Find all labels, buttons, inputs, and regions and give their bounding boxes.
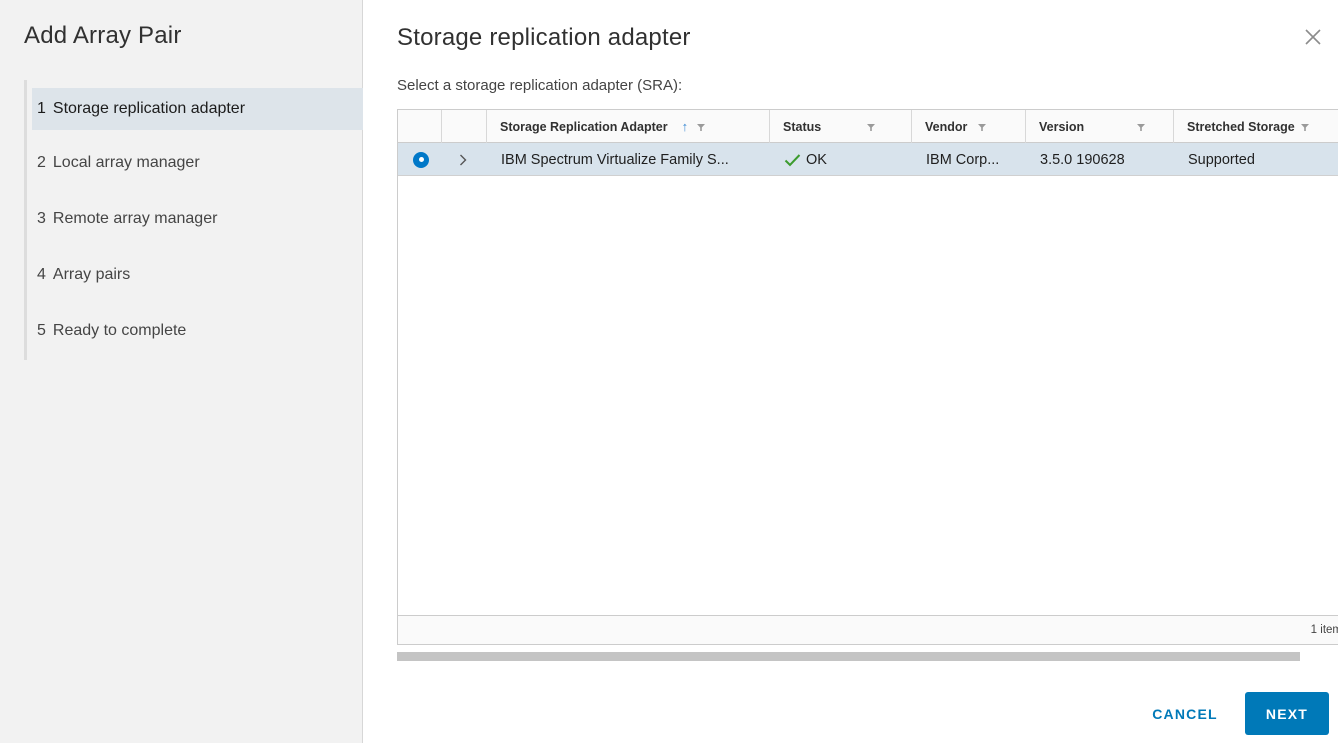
- step-label: Local array manager: [52, 154, 200, 171]
- wizard-sidebar: Add Array Pair 1 Storage replication ada…: [0, 0, 363, 743]
- step-array-pairs[interactable]: 4 Array pairs: [27, 252, 363, 298]
- filter-icon[interactable]: [696, 122, 706, 132]
- cell-status: OK: [784, 143, 827, 176]
- column-label: Vendor: [925, 119, 968, 134]
- horizontal-scrollbar[interactable]: [397, 652, 1300, 661]
- column-header-status[interactable]: Status: [770, 110, 912, 143]
- filter-icon[interactable]: [1300, 122, 1310, 132]
- column-label: Status: [783, 119, 822, 134]
- step-number: 3: [37, 210, 46, 227]
- cell-adapter: IBM Spectrum Virtualize Family S...: [501, 151, 729, 168]
- row-select-radio[interactable]: [413, 143, 429, 176]
- item-count: 1 item: [1310, 624, 1338, 636]
- wizard-content: Storage replication adapter Select a sto…: [364, 0, 1338, 743]
- column-header-version[interactable]: Version: [1026, 110, 1174, 143]
- instruction-text: Select a storage replication adapter (SR…: [397, 77, 683, 94]
- step-label: Storage replication adapter: [52, 100, 246, 117]
- radio-selected-icon[interactable]: [413, 151, 429, 168]
- sort-ascending-icon[interactable]: ↑: [682, 119, 689, 134]
- step-number: 1: [37, 100, 46, 117]
- datagrid-header: Storage Replication Adapter ↑ Status Ven…: [398, 110, 1338, 143]
- step-label: Remote array manager: [52, 210, 218, 227]
- wizard-steps: 1 Storage replication adapter 2 Local ar…: [24, 80, 363, 360]
- step-number: 5: [37, 322, 46, 339]
- datagrid-footer: 1 item: [398, 615, 1338, 644]
- column-label: Version: [1039, 119, 1085, 134]
- filter-icon[interactable]: [1136, 122, 1146, 132]
- close-icon[interactable]: [1302, 26, 1324, 48]
- wizard-title: Add Array Pair: [24, 22, 182, 49]
- column-label: Stretched Storage: [1187, 119, 1295, 134]
- next-button[interactable]: NEXT: [1245, 692, 1329, 735]
- column-header-adapter[interactable]: Storage Replication Adapter ↑: [487, 110, 770, 143]
- sra-datagrid: Storage Replication Adapter ↑ Status Ven…: [397, 109, 1338, 645]
- step-number: 2: [37, 154, 46, 171]
- column-label: Storage Replication Adapter: [500, 119, 668, 134]
- step-storage-replication-adapter[interactable]: 1 Storage replication adapter: [32, 88, 363, 130]
- page-title: Storage replication adapter: [397, 24, 691, 51]
- cell-stretched-storage: Supported: [1188, 151, 1255, 168]
- step-local-array-manager[interactable]: 2 Local array manager: [27, 140, 363, 186]
- column-header-stretched-storage[interactable]: Stretched Storage: [1174, 110, 1338, 143]
- filter-icon[interactable]: [977, 122, 987, 132]
- column-header-vendor[interactable]: Vendor: [912, 110, 1026, 143]
- cell-vendor: IBM Corp...: [926, 151, 1000, 168]
- table-row[interactable]: IBM Spectrum Virtualize Family S... OK I…: [398, 143, 1338, 176]
- step-remote-array-manager[interactable]: 3 Remote array manager: [27, 196, 363, 242]
- step-label: Array pairs: [52, 266, 131, 283]
- select-column-header: [398, 110, 442, 143]
- status-text: OK: [806, 151, 827, 168]
- expand-column-header: [442, 110, 487, 143]
- step-ready-to-complete[interactable]: 5 Ready to complete: [27, 308, 363, 354]
- checkmark-icon: [784, 153, 801, 167]
- cancel-button[interactable]: CANCEL: [1140, 692, 1230, 735]
- chevron-right-icon[interactable]: [458, 143, 468, 176]
- step-label: Ready to complete: [52, 322, 187, 339]
- filter-icon[interactable]: [866, 122, 876, 132]
- step-number: 4: [37, 266, 46, 283]
- cell-version: 3.5.0 190628: [1040, 151, 1125, 168]
